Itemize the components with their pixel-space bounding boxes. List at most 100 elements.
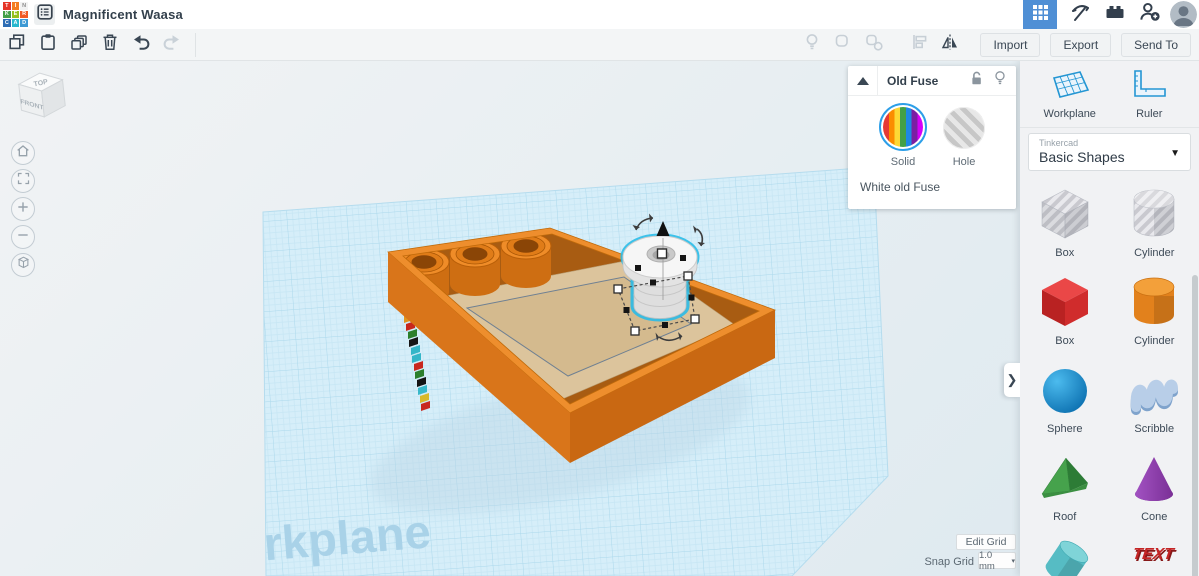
category-kicker: Tinkercad <box>1039 138 1180 148</box>
shape-inspector: Old Fuse Solid Hole White old Fuse <box>848 66 1016 209</box>
mirror-icon <box>940 32 960 57</box>
duplicate-icon <box>69 32 89 57</box>
home-icon <box>15 143 31 164</box>
align-button[interactable] <box>908 34 930 56</box>
inspector-collapse-button[interactable] <box>848 66 878 96</box>
inspector-title: Old Fuse <box>878 74 969 88</box>
sidebar-divider <box>1020 127 1199 128</box>
ruler-icon <box>1127 88 1171 105</box>
perspective-toggle-button[interactable] <box>11 253 35 277</box>
edit-toolbar: Import Export Send To <box>0 29 1199 61</box>
hole-cylinder-icon <box>1126 228 1182 245</box>
undo-button[interactable] <box>130 34 152 56</box>
hole-box-icon <box>1037 228 1093 245</box>
dashboard-grid-button[interactable] <box>1023 0 1057 29</box>
invite-collaborator-button[interactable] <box>1138 3 1162 27</box>
logo-tile: D <box>20 19 28 27</box>
logo-tile: C <box>3 19 11 27</box>
tinkercad-logo[interactable]: T I N K E R C A D <box>3 2 28 27</box>
home-view-button[interactable] <box>11 141 35 165</box>
view-cube[interactable]: TOP FRONT <box>14 69 70 125</box>
hide-lightbulb-icon[interactable] <box>993 70 1007 91</box>
shape-tile-hole-cylinder[interactable]: Cylinder <box>1119 185 1189 273</box>
scale-height-handle[interactable] <box>658 249 667 258</box>
chevron-right-icon: ❯ <box>1007 372 1018 388</box>
snap-grid-label: Snap Grid <box>906 556 974 568</box>
shape-tile-hole-box[interactable]: Box <box>1030 185 1100 273</box>
group-button[interactable] <box>832 34 854 56</box>
pickaxe-icon <box>1069 1 1091 28</box>
plus-icon <box>16 200 30 219</box>
hole-swatch[interactable] <box>943 107 985 149</box>
duplicate-button[interactable] <box>68 34 90 56</box>
workplane-helper[interactable]: Workplane <box>1035 69 1105 120</box>
shape-label: Cylinder <box>1119 335 1189 347</box>
logo-tile: E <box>12 11 20 19</box>
fit-view-button[interactable] <box>11 169 35 193</box>
box-icon <box>1037 316 1093 333</box>
ruler-helper[interactable]: Ruler <box>1114 69 1184 120</box>
shape-label: Scribble <box>1119 423 1189 435</box>
shape-tile-cone[interactable]: Cone <box>1119 449 1189 537</box>
hole-label: Hole <box>934 156 994 168</box>
mirror-button[interactable] <box>939 34 961 56</box>
redo-icon <box>162 32 182 57</box>
shape-tile-roof[interactable]: Roof <box>1030 449 1100 537</box>
design-properties-button[interactable] <box>34 4 55 25</box>
send-to-button[interactable]: Send To <box>1121 33 1191 57</box>
align-icon <box>909 32 929 57</box>
logo-tile: R <box>20 11 28 19</box>
snap-grid-select[interactable]: 1.0 mm ▾ <box>978 552 1016 569</box>
delete-button[interactable] <box>99 34 121 56</box>
snap-grid-value: 1.0 mm <box>979 550 1009 572</box>
shape-label: Box <box>1030 335 1100 347</box>
category-name: Basic Shapes <box>1039 149 1180 165</box>
unlock-icon[interactable] <box>969 70 984 91</box>
shape-category-select[interactable]: Tinkercad Basic Shapes ▼ <box>1028 133 1191 171</box>
shape-label: Box <box>1030 247 1100 259</box>
collapse-triangle-icon <box>857 77 869 85</box>
minecraft-export-button[interactable] <box>1068 3 1092 27</box>
toolbar-separator <box>195 33 196 57</box>
caret-icon: ▾ <box>1011 557 1015 565</box>
text-shape-glyph: TEXT <box>1132 545 1177 563</box>
fit-view-icon <box>16 171 31 191</box>
shape-tile-cylinder[interactable]: Cylinder <box>1119 273 1189 361</box>
panel-collapse-tab[interactable]: ❯ <box>1004 363 1020 397</box>
shape-tile-round-roof[interactable] <box>1030 537 1100 576</box>
import-button[interactable]: Import <box>980 33 1040 57</box>
export-button[interactable]: Export <box>1050 33 1111 57</box>
shape-tile-sphere[interactable]: Sphere <box>1030 361 1100 449</box>
solid-swatch[interactable] <box>879 103 927 151</box>
paste-button[interactable] <box>37 34 59 56</box>
copy-button[interactable] <box>6 34 28 56</box>
shape-tile-scribble[interactable]: Scribble <box>1119 361 1189 449</box>
shape-label: Cone <box>1119 511 1189 523</box>
edit-grid-button[interactable]: Edit Grid <box>956 534 1016 550</box>
shape-label: Cylinder <box>1119 247 1189 259</box>
solid-rainbow-icon <box>883 107 923 147</box>
sphere-icon <box>1037 404 1093 421</box>
shape-label: Sphere <box>1030 423 1100 435</box>
trash-icon <box>100 32 120 57</box>
lego-export-button[interactable] <box>1103 3 1127 27</box>
roof-icon <box>1037 492 1093 509</box>
logo-tile: T <box>3 2 11 10</box>
design-title[interactable]: Magnificent Waasa <box>63 7 183 22</box>
zoom-in-button[interactable] <box>11 197 35 221</box>
shape-tile-box[interactable]: Box <box>1030 273 1100 361</box>
shape-label: Roof <box>1030 511 1100 523</box>
redo-button[interactable] <box>161 34 183 56</box>
avatar[interactable] <box>1170 1 1197 28</box>
show-all-button[interactable] <box>801 34 823 56</box>
logo-tile: I <box>12 2 20 10</box>
design-menu-icon <box>37 4 53 25</box>
zoom-out-button[interactable] <box>11 225 35 249</box>
viewport-3d[interactable]: Workplane <box>0 61 1020 576</box>
gallery-scrollbar[interactable] <box>1192 275 1198 576</box>
ungroup-button[interactable] <box>863 34 885 56</box>
shape-tile-text[interactable]: TEXTTEXT <box>1119 537 1189 576</box>
logo-tile: N <box>20 2 28 10</box>
workplane-helper-label: Workplane <box>1035 108 1105 120</box>
lightbulb-icon <box>802 32 822 57</box>
